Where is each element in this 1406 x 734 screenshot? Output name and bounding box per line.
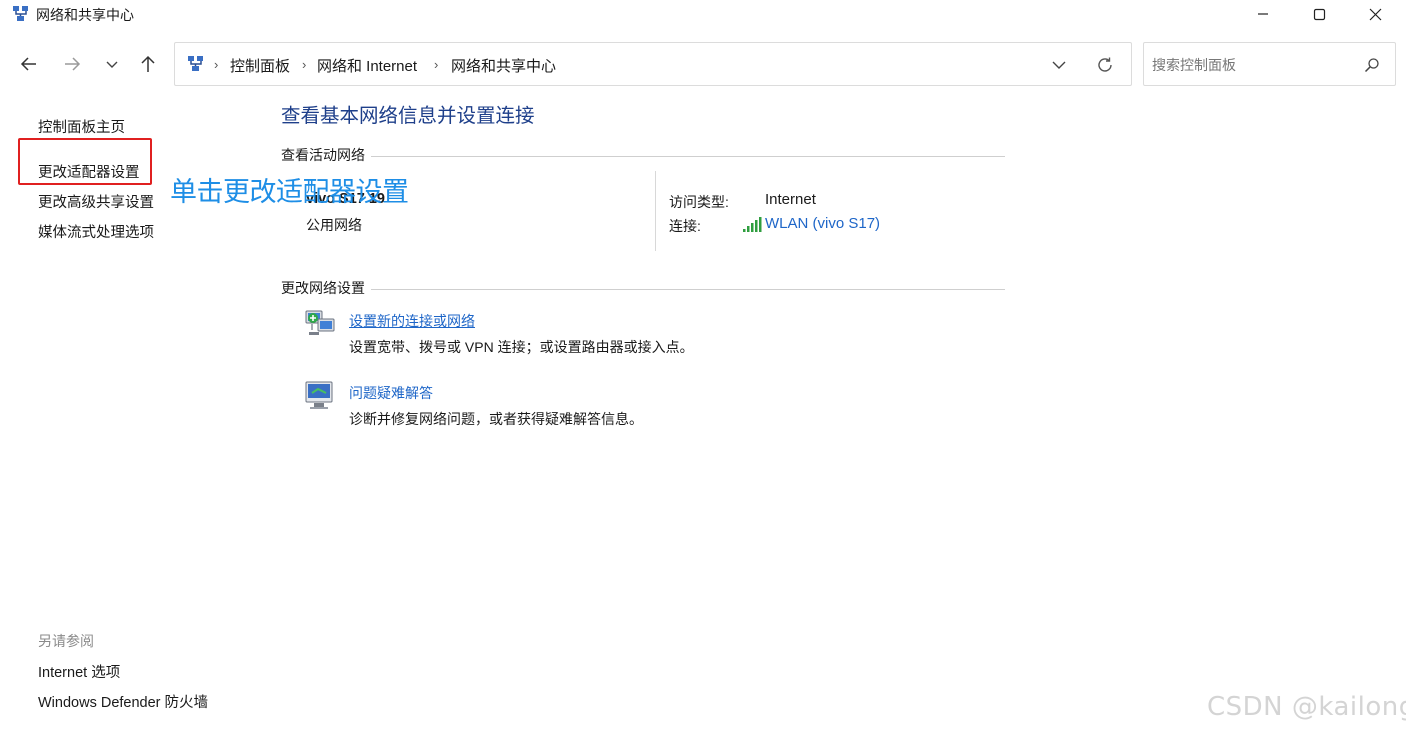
up-button[interactable] bbox=[134, 48, 162, 80]
recent-locations-button[interactable] bbox=[98, 48, 126, 80]
chevron-down-icon bbox=[1052, 61, 1066, 69]
sidebar-item-media-streaming-options[interactable]: 媒体流式处理选项 bbox=[38, 221, 154, 242]
arrow-up-icon bbox=[141, 55, 155, 72]
see-also-internet-options[interactable]: Internet 选项 bbox=[38, 661, 120, 682]
breadcrumb-network-sharing-center[interactable]: 网络和共享中心 bbox=[451, 55, 556, 76]
access-type-value: Internet bbox=[765, 191, 816, 208]
annotation-text: 单击更改适配器设置 bbox=[170, 177, 409, 207]
window-title: 网络和共享中心 bbox=[36, 7, 134, 23]
chevron-down-icon bbox=[106, 61, 118, 68]
arrow-right-icon bbox=[65, 57, 81, 71]
forward-button[interactable] bbox=[58, 48, 86, 80]
refresh-button[interactable] bbox=[1093, 53, 1117, 77]
control-panel-icon bbox=[188, 56, 203, 71]
setup-new-connection-desc: 设置宽带、拨号或 VPN 连接；或设置路由器或接入点。 bbox=[349, 339, 694, 355]
troubleshoot-problems-desc: 诊断并修复网络问题，或者获得疑难解答信息。 bbox=[349, 411, 643, 427]
sidebar-item-advanced-sharing-settings[interactable]: 更改高级共享设置 bbox=[38, 191, 154, 212]
see-also-windows-defender-firewall[interactable]: Windows Defender 防火墙 bbox=[38, 691, 208, 712]
network-type: 公用网络 bbox=[306, 217, 362, 233]
breadcrumb-network-internet[interactable]: 网络和 Internet bbox=[317, 55, 417, 76]
maximize-icon bbox=[1313, 8, 1325, 20]
see-also-heading: 另请参阅 bbox=[38, 633, 94, 649]
section-divider bbox=[281, 289, 1005, 290]
arrow-left-icon bbox=[20, 57, 36, 71]
title-bar: 网络和共享中心 bbox=[0, 0, 1406, 28]
connection-link[interactable]: WLAN (vivo S17) bbox=[765, 215, 880, 232]
search-input[interactable] bbox=[1152, 53, 1352, 77]
setup-new-connection-link[interactable]: 设置新的连接或网络 bbox=[349, 311, 475, 331]
refresh-icon bbox=[1098, 57, 1112, 72]
page-title: 查看基本网络信息并设置连接 bbox=[281, 105, 535, 127]
breadcrumb-separator: › bbox=[214, 57, 219, 72]
wifi-signal-icon bbox=[743, 217, 762, 232]
watermark: CSDN @kailongf bbox=[1207, 692, 1406, 722]
troubleshoot-icon bbox=[305, 381, 333, 409]
search-box[interactable] bbox=[1143, 42, 1396, 86]
network-setup-icon bbox=[305, 310, 335, 335]
network-divider bbox=[655, 171, 656, 251]
maximize-button[interactable] bbox=[1296, 0, 1342, 28]
close-icon bbox=[1369, 8, 1381, 20]
access-type-label: 访问类型: bbox=[669, 194, 729, 210]
highlight-box bbox=[18, 138, 152, 185]
search-icon bbox=[1364, 58, 1379, 73]
active-networks-heading: 查看活动网络 bbox=[281, 145, 371, 165]
address-bar[interactable]: › 控制面板 › 网络和 Internet › 网络和共享中心 bbox=[174, 42, 1132, 86]
back-button[interactable] bbox=[15, 48, 43, 80]
troubleshoot-problems-link[interactable]: 问题疑难解答 bbox=[349, 383, 433, 403]
network-center-icon bbox=[13, 6, 28, 21]
search-button[interactable] bbox=[1362, 55, 1382, 75]
change-network-settings-heading: 更改网络设置 bbox=[281, 278, 371, 298]
breadcrumb-separator: › bbox=[302, 57, 307, 72]
breadcrumb-control-panel[interactable]: 控制面板 bbox=[230, 55, 290, 76]
close-button[interactable] bbox=[1352, 0, 1398, 28]
section-divider bbox=[281, 156, 1005, 157]
minimize-button[interactable] bbox=[1240, 0, 1286, 28]
breadcrumb-separator: › bbox=[434, 57, 439, 72]
minimize-icon bbox=[1258, 13, 1268, 15]
connection-label: 连接: bbox=[669, 218, 701, 234]
address-dropdown-button[interactable] bbox=[1047, 53, 1071, 77]
sidebar-item-control-panel-home[interactable]: 控制面板主页 bbox=[38, 116, 125, 137]
